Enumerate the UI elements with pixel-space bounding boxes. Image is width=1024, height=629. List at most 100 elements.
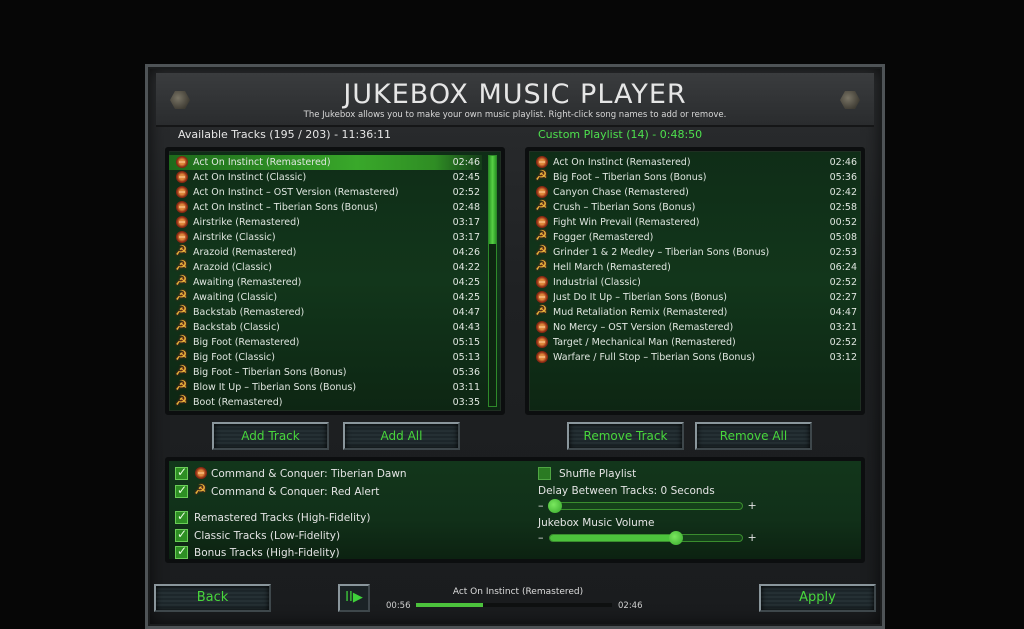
filter-bonus[interactable]: Bonus Tracks (High-Fidelity) <box>175 544 340 559</box>
track-name: Grinder 1 & 2 Medley – Tiberian Sons (Bo… <box>553 247 770 258</box>
back-button[interactable]: Back <box>154 584 271 612</box>
gdi-faction-icon <box>175 186 189 199</box>
track-row[interactable]: No Mercy – OST Version (Remastered) 03:21 <box>529 320 859 335</box>
track-row[interactable]: Big Foot (Remastered) 05:15 <box>169 333 482 350</box>
remove-all-button[interactable]: Remove All <box>695 422 812 450</box>
minus-icon[interactable]: – <box>538 499 544 512</box>
track-row[interactable]: Arazoid (Classic) 04:22 <box>169 258 482 275</box>
page-subtitle: The Jukebox allows you to make your own … <box>303 110 727 120</box>
checkbox[interactable] <box>175 509 188 524</box>
playback-progress[interactable] <box>416 603 612 607</box>
filter-classic[interactable]: Classic Tracks (Low-Fidelity) <box>175 527 340 542</box>
checkbox[interactable] <box>175 483 188 498</box>
gdi-faction-icon <box>175 216 189 229</box>
gdi-faction-icon <box>175 171 189 184</box>
add-all-button[interactable]: Add All <box>343 422 460 450</box>
track-row[interactable]: Act On Instinct (Remastered) 02:46 <box>169 155 482 170</box>
scrollbar-thumb[interactable] <box>489 156 496 244</box>
track-duration: 04:47 <box>452 307 480 318</box>
remove-track-button[interactable]: Remove Track <box>567 422 684 450</box>
track-name: Just Do It Up – Tiberian Sons (Bonus) <box>553 292 727 303</box>
filter-red-alert[interactable]: Command & Conquer: Red Alert <box>175 482 379 498</box>
track-row[interactable]: Warfare / Full Stop – Tiberian Sons (Bon… <box>529 350 859 365</box>
track-row[interactable]: Big Foot – Tiberian Sons (Bonus) 05:36 <box>529 168 859 185</box>
track-name: Act On Instinct (Remastered) <box>193 157 331 168</box>
slider-track[interactable] <box>548 498 743 513</box>
track-row[interactable]: Backstab (Classic) 04:43 <box>169 318 482 335</box>
track-duration: 05:13 <box>452 352 480 363</box>
track-row[interactable]: Canyon Chase (Remastered) 02:42 <box>529 185 859 200</box>
track-name: Crush – Tiberian Sons (Bonus) <box>553 202 696 213</box>
available-tracks-list[interactable]: Act On Instinct (Remastered) 02:46 Act On … <box>165 147 505 415</box>
track-row[interactable]: Grinder 1 & 2 Medley – Tiberian Sons (Bo… <box>529 243 859 260</box>
shuffle-toggle[interactable]: Shuffle Playlist <box>538 467 636 480</box>
track-duration: 04:25 <box>452 277 480 288</box>
custom-playlist-list[interactable]: Act On Instinct (Remastered)02:46Big Foo… <box>525 147 865 415</box>
track-duration: 06:24 <box>829 262 857 273</box>
delay-slider[interactable]: – + <box>538 498 757 513</box>
available-tracks-scrollbar[interactable] <box>488 155 497 407</box>
track-duration: 00:52 <box>829 217 857 228</box>
track-name: Act On Instinct – OST Version (Remastere… <box>193 187 399 198</box>
track-duration: 05:36 <box>829 172 857 183</box>
track-row[interactable]: Crush – Tiberian Sons (Bonus) 02:58 <box>529 198 859 215</box>
gdi-faction-icon <box>175 156 189 169</box>
track-duration: 02:53 <box>829 247 857 258</box>
track-duration: 03:35 <box>452 397 480 408</box>
header-plate: JUKEBOX MUSIC PLAYER The Jukebox allows … <box>156 73 874 127</box>
track-duration: 02:52 <box>452 187 480 198</box>
track-row[interactable]: Boot (Remastered) 03:35 <box>169 393 482 410</box>
slider-track[interactable] <box>548 530 743 545</box>
checkbox[interactable] <box>175 465 188 480</box>
gdi-faction-icon <box>535 321 549 334</box>
track-row[interactable]: Act On Instinct (Remastered) 02:46 <box>529 155 859 170</box>
filter-remastered[interactable]: Remastered Tracks (High-Fidelity) <box>175 509 370 524</box>
track-row[interactable]: Backstab (Remastered) 04:47 <box>169 303 482 320</box>
custom-playlist-header: Custom Playlist (14) - 0:48:50 <box>538 128 703 141</box>
track-name: Warfare / Full Stop – Tiberian Sons (Bon… <box>553 352 756 363</box>
track-row[interactable]: Awaiting (Classic) 04:25 <box>169 288 482 305</box>
track-row[interactable]: Act On Instinct – OST Version (Remastere… <box>169 185 482 200</box>
track-name: Airstrike (Classic) <box>193 232 276 243</box>
track-name: Arazoid (Remastered) <box>193 247 297 258</box>
track-row[interactable]: Big Foot (Classic) 05:13 <box>169 348 482 365</box>
track-duration: 03:17 <box>452 217 480 228</box>
track-duration: 03:21 <box>829 322 857 333</box>
track-name: Airstrike (Remastered) <box>193 217 300 228</box>
options-panel: Command & Conquer: Tiberian Dawn Command… <box>165 457 865 563</box>
filter-label: Command & Conquer: Tiberian Dawn <box>211 467 407 480</box>
track-row[interactable]: Blow It Up – Tiberian Sons (Bonus) 03:11 <box>169 378 482 395</box>
track-row[interactable]: Act On Instinct – Tiberian Sons (Bonus) 0… <box>169 200 482 215</box>
track-row[interactable]: Arazoid (Remastered) 04:26 <box>169 243 482 260</box>
track-row[interactable]: Awaiting (Remastered) 04:25 <box>169 273 482 290</box>
track-row[interactable]: Airstrike (Classic) 03:17 <box>169 230 482 245</box>
track-row[interactable]: Fight Win Prevail (Remastered) 00:52 <box>529 215 859 230</box>
track-row[interactable]: Hell March (Remastered) 06:24 <box>529 258 859 275</box>
slider-knob[interactable] <box>669 530 684 545</box>
minus-icon[interactable]: – <box>538 531 544 544</box>
page-title: JUKEBOX MUSIC PLAYER <box>343 79 687 110</box>
track-row[interactable]: Act On Instinct (Classic) 02:45 <box>169 170 482 185</box>
apply-button[interactable]: Apply <box>759 584 876 612</box>
filter-tiberian-dawn[interactable]: Command & Conquer: Tiberian Dawn <box>175 465 407 480</box>
track-row[interactable]: Mud Retaliation Remix (Remastered) 04:47 <box>529 303 859 320</box>
track-name: Backstab (Classic) <box>193 322 280 333</box>
volume-slider[interactable]: – + <box>538 530 757 545</box>
slider-knob[interactable] <box>548 498 563 513</box>
checkbox[interactable] <box>175 544 188 559</box>
track-row[interactable]: Target / Mechanical Man (Remastered) 02:5… <box>529 335 859 350</box>
track-row[interactable]: Fogger (Remastered) 05:08 <box>529 228 859 245</box>
play-pause-button[interactable]: II▶ <box>338 584 370 612</box>
track-row[interactable]: Just Do It Up – Tiberian Sons (Bonus) 02:… <box>529 290 859 305</box>
plus-icon[interactable]: + <box>748 531 757 544</box>
track-duration: 02:46 <box>829 157 857 168</box>
track-row[interactable]: Big Foot – Tiberian Sons (Bonus) 05:36 <box>169 363 482 380</box>
add-track-button[interactable]: Add Track <box>212 422 329 450</box>
track-name: Blow It Up – Tiberian Sons (Bonus) <box>193 382 357 393</box>
track-name: Industrial (Classic) <box>553 277 641 288</box>
plus-icon[interactable]: + <box>748 499 757 512</box>
checkbox[interactable] <box>175 527 188 542</box>
shuffle-checkbox[interactable] <box>538 467 551 480</box>
track-row[interactable]: Airstrike (Remastered) 03:17 <box>169 215 482 230</box>
track-row[interactable]: Industrial (Classic) 02:52 <box>529 275 859 290</box>
